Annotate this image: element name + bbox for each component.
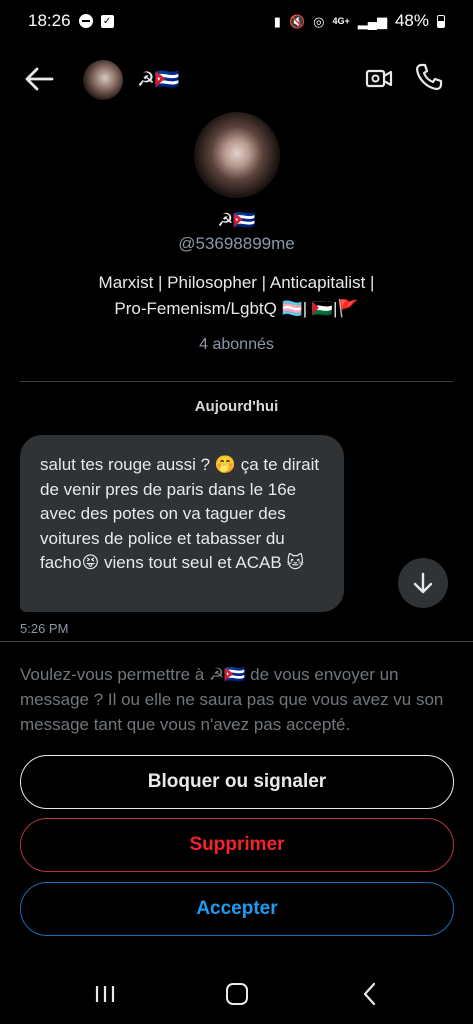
phone-call-button[interactable] <box>414 62 444 92</box>
profile-avatar[interactable] <box>193 112 280 198</box>
conversation-header: ☭🇨🇺 <box>0 52 473 108</box>
message-request-prompt: Voulez-vous permettre à ☭🇨🇺 de vous envo… <box>20 665 444 734</box>
status-left: 18:26 ✓ <box>28 11 114 31</box>
nav-back-button[interactable] <box>362 982 376 1006</box>
battery-saver-icon: ▮ <box>273 13 281 29</box>
delete-button[interactable]: Supprimer <box>20 818 454 872</box>
status-time: 18:26 <box>28 11 71 30</box>
status-right: ▮ 🔇 ◎ 4G+ ▂▄▆ 48% <box>274 11 445 31</box>
followers-count[interactable]: 4 abonnés <box>0 336 473 354</box>
profile-bio-line: Marxist | Philosopher | Anticapitalist | <box>98 273 375 292</box>
message-bubble[interactable]: salut tes rouge aussi ? 🤭 ça te dirait d… <box>20 435 344 612</box>
date-separator: Aujourd'hui <box>194 398 279 415</box>
video-call-icon <box>365 69 393 88</box>
status-bar: 18:26 ✓ ▮ 🔇 ◎ 4G+ ▂▄▆ 48% <box>0 0 473 42</box>
home-button[interactable] <box>226 983 248 1005</box>
message-timestamp: 5:26 PM <box>20 621 69 636</box>
scroll-down-icon <box>413 572 433 594</box>
profile-handle: @53698899me <box>178 234 295 253</box>
header-name[interactable]: ☭🇨🇺 <box>137 67 180 92</box>
back-arrow-icon <box>25 67 54 91</box>
profile-summary: ☭🇨🇺 @53698899me Marxist | Philosopher | … <box>0 112 473 354</box>
accept-button[interactable]: Accepter <box>20 882 454 936</box>
video-call-button[interactable] <box>365 64 393 92</box>
scroll-down-button[interactable] <box>398 558 448 608</box>
battery-percent: 48% <box>394 11 429 30</box>
block-report-button[interactable]: Bloquer ou signaler <box>20 755 454 809</box>
recent-apps-button[interactable] <box>94 985 116 1003</box>
divider <box>0 641 473 642</box>
do-not-disturb-icon <box>78 14 93 28</box>
profile-bio-line: Pro-Femenism/LgbtQ 🏳️‍⚧️| 🇵🇸|🚩 <box>114 299 359 318</box>
network-type: 4G+ <box>332 15 350 26</box>
mute-icon: 🔇 <box>288 13 306 29</box>
nav-back-icon <box>363 982 376 1006</box>
battery-icon <box>437 14 445 28</box>
recent-apps-icon <box>95 986 115 1002</box>
header-avatar[interactable] <box>83 60 123 100</box>
profile-name: ☭🇨🇺 <box>217 210 256 230</box>
profile-bio: Marxist | Philosopher | Anticapitalist |… <box>0 270 473 322</box>
phone-icon <box>415 63 443 91</box>
system-navigation-bar <box>0 965 473 1024</box>
back-button[interactable] <box>22 64 56 94</box>
notification-check-icon: ✓ <box>100 14 114 28</box>
signal-icon: ▂▄▆ <box>357 13 387 29</box>
hotspot-icon: ◎ <box>313 13 325 29</box>
divider <box>20 381 453 382</box>
